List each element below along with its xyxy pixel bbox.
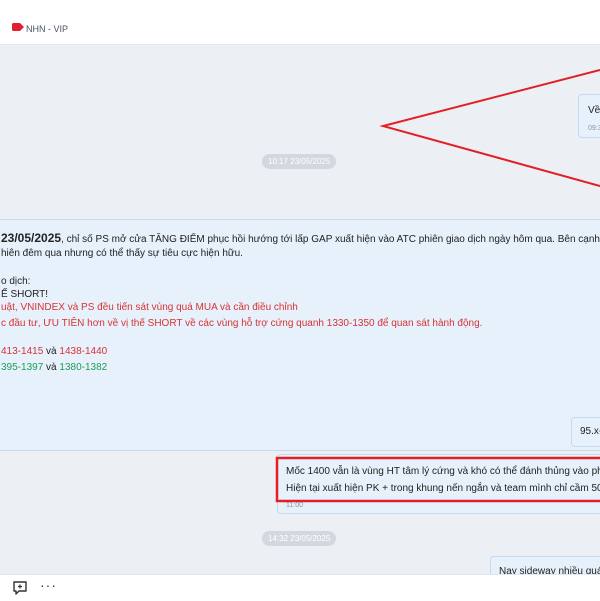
- date-separator-label: 10:17 23/05/2025: [268, 157, 331, 166]
- more-options-icon[interactable]: ···: [40, 577, 57, 593]
- conjunction: và: [43, 346, 60, 357]
- message-plus-icon[interactable]: [12, 580, 28, 596]
- message-bubble[interactable]: Mốc 1400 vẫn là vùng HT tâm lý cứng và k…: [277, 454, 600, 514]
- channel-header: NHN - VIP: [0, 0, 600, 45]
- message-line: uật, VNINDEX và PS đều tiến sát vùng quá…: [1, 302, 298, 313]
- message-line: Hiện tại xuất hiện PK + trong khung nến …: [286, 483, 600, 494]
- message-bubble[interactable]: Nay sideway nhiều quá: [490, 556, 600, 574]
- date-separator: 10:17 23/05/2025: [262, 154, 337, 169]
- message-date: 23/05/2025: [1, 231, 62, 245]
- composer-toolbar: ···: [0, 574, 600, 601]
- channel-name[interactable]: NHN - VIP: [26, 24, 68, 34]
- message-line-text: , chỉ số PS mở cửa TĂNG ĐIỂM phục hồi hư…: [61, 234, 600, 245]
- level-value: 1380-1382: [59, 362, 108, 373]
- level-value: 395-1397: [1, 362, 44, 373]
- message-line: c đầu tư, ƯU TIÊN hơn về vị thế SHORT về…: [1, 318, 483, 329]
- message-line: 413-1415 và 1438-1440: [1, 344, 107, 360]
- level-value: 1438-1440: [59, 346, 108, 357]
- message-line: Mốc 1400 vẫn là vùng HT tâm lý cứng và k…: [286, 466, 600, 477]
- message-text: Nay sideway nhiều quá: [499, 566, 600, 574]
- message-text: Về: [588, 105, 600, 116]
- date-separator: 14:32 23/05/2025: [262, 531, 337, 546]
- message-bubble[interactable]: 23/05/2025, chỉ số PS mở cửa TĂNG ĐIỂM p…: [0, 219, 600, 451]
- message-bubble[interactable]: Về 09:3: [578, 94, 600, 138]
- date-separator-label: 14:32 23/05/2025: [268, 534, 331, 543]
- level-value: 413-1415: [1, 346, 44, 357]
- message-line: hiên đêm qua nhưng có thể thấy sự tiêu c…: [1, 248, 243, 259]
- conjunction: và: [43, 362, 60, 373]
- chat-area[interactable]: Về 09:3 10:17 23/05/2025 23/05/2025, chỉ…: [0, 44, 600, 574]
- message-text: 95.x-: [580, 426, 600, 437]
- message-line: 395-1397 và 1380-1382: [1, 360, 107, 376]
- message-time: 09:3: [588, 125, 600, 132]
- message-bubble[interactable]: 95.x-: [571, 417, 600, 447]
- message-time: 11:00: [286, 502, 303, 509]
